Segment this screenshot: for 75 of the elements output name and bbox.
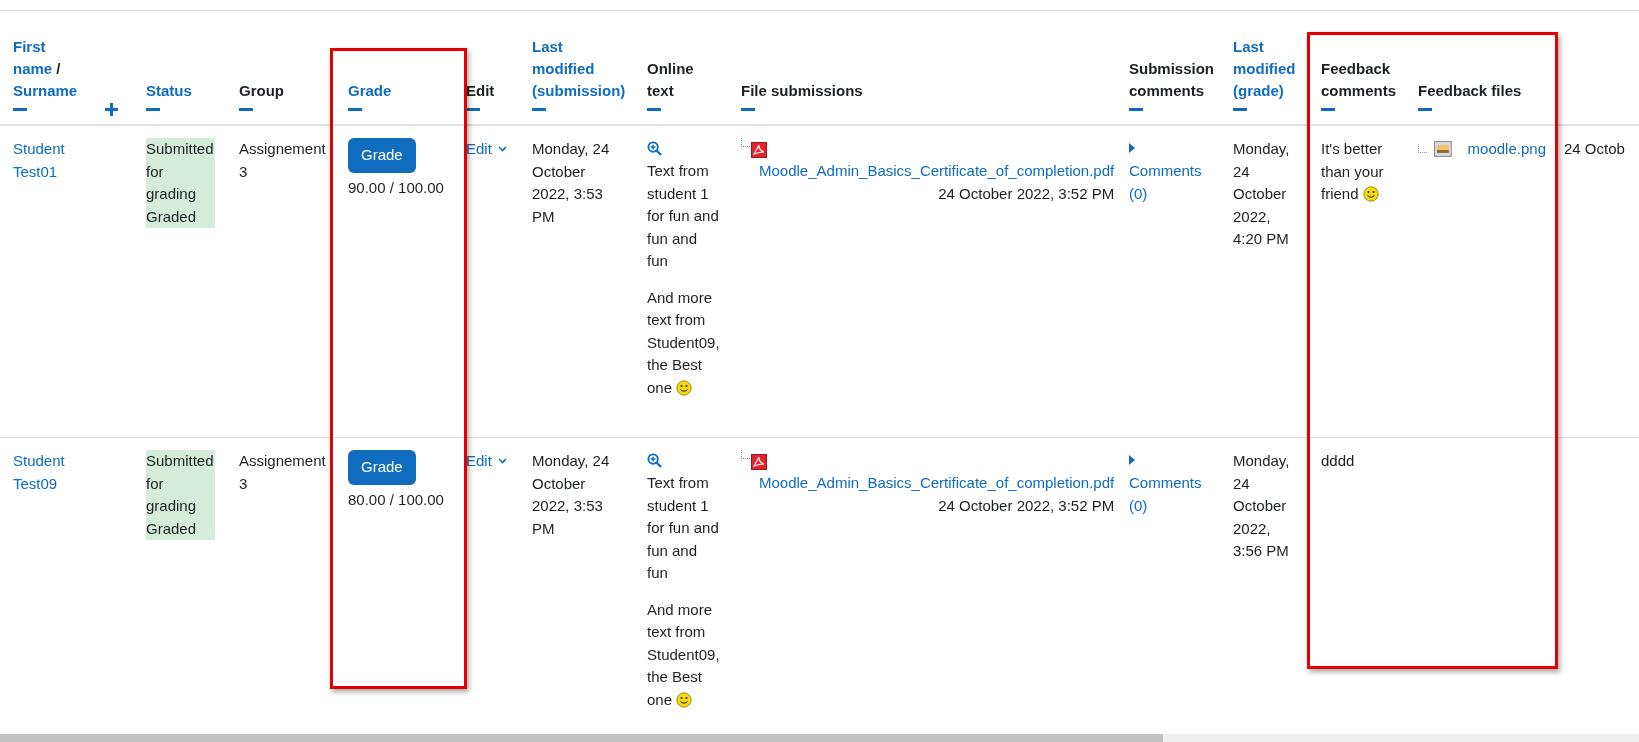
caret-right-icon[interactable] — [1129, 143, 1135, 153]
sort-column-link[interactable]: Last modified (grade) — [1233, 36, 1296, 102]
column-heading: / — [56, 59, 61, 79]
collapse-icon[interactable] — [1321, 107, 1335, 111]
chevron-down-icon — [497, 146, 507, 153]
column-heading: Feedback files — [1418, 81, 1522, 101]
online-text-paragraph: Text from student 1 for fun and fun and fun — [647, 473, 720, 583]
feedback-comment: dddd — [1321, 451, 1356, 471]
student-name-link[interactable]: Student Test01 — [13, 138, 81, 183]
zoom-in-icon[interactable] — [647, 453, 662, 468]
collapse-icon[interactable] — [466, 107, 480, 111]
pdf-file-icon — [751, 142, 767, 158]
sort-column-link[interactable]: First name — [13, 36, 53, 80]
grade-modified-date: Monday, 24 October 2022, 3:56 PM — [1233, 451, 1291, 561]
sort-column-link[interactable]: Grade — [348, 80, 392, 102]
collapse-icon[interactable] — [348, 107, 362, 111]
grade-button[interactable]: Grade — [348, 138, 416, 173]
zoom-in-icon[interactable] — [647, 141, 662, 156]
collapse-icon[interactable] — [146, 107, 160, 111]
collapse-icon[interactable] — [1418, 107, 1432, 111]
pdf-file-icon — [751, 454, 767, 470]
sort-column-link[interactable]: Last modified (submission) — [532, 36, 626, 102]
online-text-paragraph: And more text from Student09, the Best one — [647, 287, 721, 398]
column-heading: Online text — [647, 59, 695, 101]
online-text-paragraph: Text from student 1 for fun and fun and fun — [647, 161, 720, 271]
column-heading: Feedback comments — [1321, 59, 1398, 101]
plus-icon[interactable] — [105, 102, 118, 116]
modified-date: Monday, 24 October 2022, 3:53 PM — [532, 451, 611, 539]
file-link[interactable]: Moodle_Admin_Basics_Certificate_of_completion.pdf — [741, 160, 1115, 183]
collapse-icon[interactable] — [1129, 107, 1143, 111]
collapse-icon[interactable] — [647, 107, 661, 111]
collapse-icon[interactable] — [532, 107, 546, 111]
file-date: 24 October 2022, 3:52 PM — [937, 183, 1115, 204]
status-label: Graded — [146, 517, 215, 540]
tree-connector-icon — [741, 450, 751, 460]
collapse-icon[interactable] — [741, 107, 755, 111]
sort-column-link[interactable]: Surname — [13, 80, 78, 102]
edit-menu-link[interactable]: Edit — [466, 138, 507, 161]
column-heading: Edit — [466, 81, 495, 101]
grade-value: 80.00 / 100.00 — [348, 489, 445, 510]
chevron-down-icon — [497, 458, 507, 465]
file-date: 24 October 2022, 3:52 PM — [937, 495, 1115, 516]
modified-date: Monday, 24 October 2022, 3:53 PM — [532, 139, 611, 227]
image-file-icon — [1433, 141, 1452, 158]
comments-link[interactable]: Comments (0) — [1129, 160, 1215, 205]
status-label: Graded — [146, 205, 215, 228]
comments-link[interactable]: Comments (0) — [1129, 472, 1215, 517]
status-label: Submitted for grading — [146, 450, 215, 518]
smiley-icon — [676, 379, 693, 396]
online-text-paragraph: And more text from Student09, the Best one — [647, 599, 721, 710]
feedback-file-link[interactable]: moodle.png — [1467, 138, 1546, 161]
smiley-icon — [676, 691, 693, 708]
status-label: Submitted for grading — [146, 138, 215, 206]
horizontal-scrollbar[interactable] — [0, 734, 1639, 742]
grade-button[interactable]: Grade — [348, 450, 416, 485]
grade-modified-date: Monday, 24 October 2022, 4:20 PM — [1233, 139, 1291, 249]
feedback-comment: It's better than your friend — [1321, 139, 1385, 204]
edit-menu-link[interactable]: Edit — [466, 450, 507, 473]
column-heading: File submissions — [741, 81, 863, 101]
column-heading: Submission comments — [1129, 59, 1215, 101]
collapse-icon[interactable] — [13, 107, 27, 111]
caret-right-icon[interactable] — [1129, 455, 1135, 465]
tree-connector-icon — [1418, 144, 1428, 155]
file-link[interactable]: Moodle_Admin_Basics_Certificate_of_completion.pdf — [741, 472, 1115, 495]
table-cell-text: 24 Octob — [1564, 139, 1626, 159]
column-heading: Group — [239, 81, 284, 101]
sort-column-link[interactable]: Status — [146, 80, 192, 102]
grade-value: 90.00 / 100.00 — [348, 177, 445, 198]
student-name-link[interactable]: Student Test09 — [13, 450, 81, 495]
smiley-icon — [1362, 186, 1379, 202]
group-text: Assignement 3 — [239, 451, 327, 494]
collapse-icon[interactable] — [1233, 107, 1247, 111]
tree-connector-icon — [741, 138, 751, 148]
group-text: Assignement 3 — [239, 139, 327, 182]
collapse-icon[interactable] — [239, 107, 253, 111]
